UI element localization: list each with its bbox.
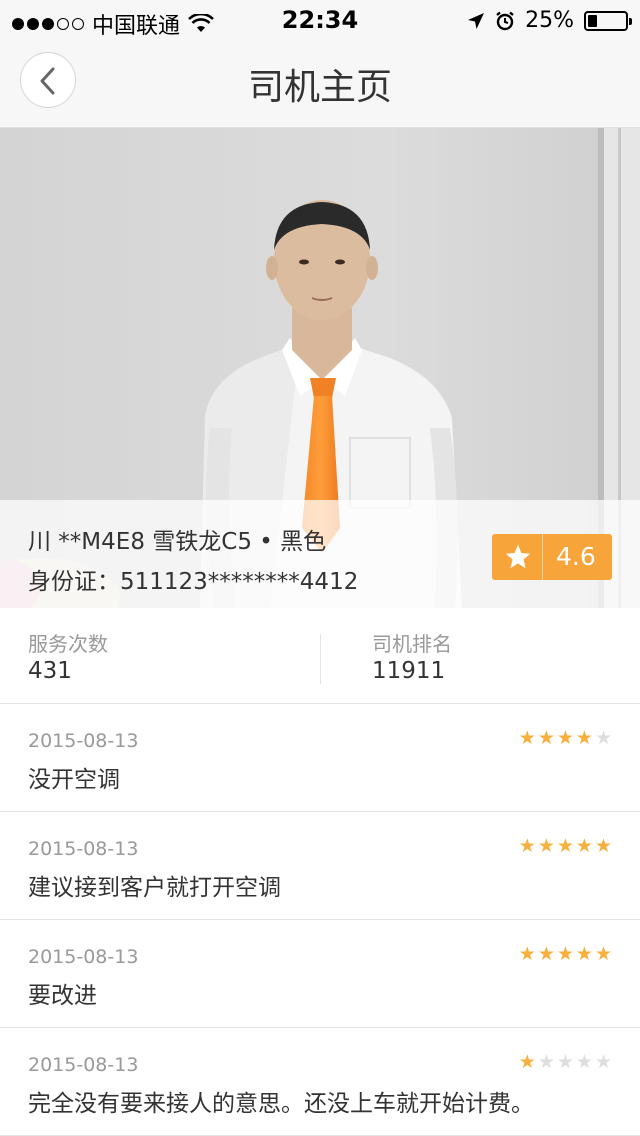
review-text: 没开空调 — [28, 767, 120, 793]
star-icon: ★ — [575, 727, 593, 749]
driver-rank-value: 11911 — [372, 658, 446, 684]
alarm-clock-icon — [496, 11, 514, 30]
star-icon: ★ — [537, 1051, 555, 1073]
star-icon: ★ — [518, 943, 536, 965]
rating-value: 4.6 — [556, 542, 596, 571]
star-icon: ★ — [575, 835, 593, 857]
review-date: 2015-08-13 — [28, 946, 139, 968]
star-icon: ★ — [556, 835, 574, 857]
service-count-label: 服务次数 — [28, 632, 108, 656]
stats-row: 服务次数 431 司机排名 11911 — [0, 608, 640, 704]
star-icon: ★ — [594, 727, 612, 749]
star-icon: ★ — [556, 727, 574, 749]
driver-photo: 川 **M4E8 雪铁龙C5 • 黑色 身份证：511123********44… — [0, 128, 640, 608]
review-text: 建议接到客户就打开空调 — [28, 875, 281, 901]
star-icon: ★ — [556, 1051, 574, 1073]
star-icon: ★ — [518, 727, 536, 749]
driver-info-overlay: 川 **M4E8 雪铁龙C5 • 黑色 身份证：511123********44… — [0, 500, 640, 608]
review-date: 2015-08-13 — [28, 1054, 139, 1076]
review-text: 要改进 — [28, 983, 97, 1009]
rating-badge: 4.6 — [492, 534, 612, 580]
driver-rank-label: 司机排名 — [372, 632, 452, 656]
star-icon: ★ — [537, 727, 555, 749]
review-text: 完全没有要来接人的意思。还没上车就开始计费。 — [28, 1091, 534, 1117]
review-stars: ★ ★ ★ ★ ★ — [519, 944, 612, 964]
list-item: 2015-08-13 ★ ★ ★ ★ ★ 要改进 — [0, 920, 640, 1028]
star-icon: ★ — [594, 943, 612, 965]
star-icon — [505, 544, 531, 569]
review-date: 2015-08-13 — [28, 730, 139, 752]
star-icon: ★ — [518, 835, 536, 857]
stats-divider — [320, 634, 321, 684]
star-icon: ★ — [537, 835, 555, 857]
star-icon: ★ — [518, 1051, 536, 1073]
star-icon: ★ — [575, 943, 593, 965]
vehicle-info: 川 **M4E8 雪铁龙C5 • 黑色 — [28, 529, 327, 555]
review-stars: ★ ★ ★ ★ ★ — [519, 728, 612, 748]
location-arrow-icon — [468, 12, 485, 29]
status-bar: 中国联通 22:34 25% — [0, 0, 640, 40]
id-number: 身份证：511123********4412 — [28, 569, 359, 595]
battery-icon — [584, 10, 632, 31]
star-icon: ★ — [594, 1051, 612, 1073]
review-stars: ★ ★ ★ ★ ★ — [519, 836, 612, 856]
star-icon: ★ — [556, 943, 574, 965]
review-list: 2015-08-13 ★ ★ ★ ★ ★ 没开空调 2015-08-13 ★ ★ ★ ★ ★ 建… — [0, 704, 640, 1136]
list-item: 2015-08-13 ★ ★ ★ ★ ★ 没开空调 — [0, 704, 640, 812]
list-item: 2015-08-13 ★ ★ ★ ★ ★ 完全没有要来接人的意思。还没上车就开始计费。 — [0, 1028, 640, 1136]
service-count-value: 431 — [28, 658, 72, 684]
review-date: 2015-08-13 — [28, 838, 139, 860]
star-icon: ★ — [537, 943, 555, 965]
star-icon: ★ — [594, 835, 612, 857]
battery-percent: 25% — [525, 8, 574, 33]
review-stars: ★ ★ ★ ★ ★ — [519, 1052, 612, 1072]
list-item: 2015-08-13 ★ ★ ★ ★ ★ 建议接到客户就打开空调 — [0, 812, 640, 920]
star-icon: ★ — [575, 1051, 593, 1073]
page-title: 司机主页 — [247, 67, 392, 108]
nav-bar: 司机主页 — [0, 40, 640, 128]
